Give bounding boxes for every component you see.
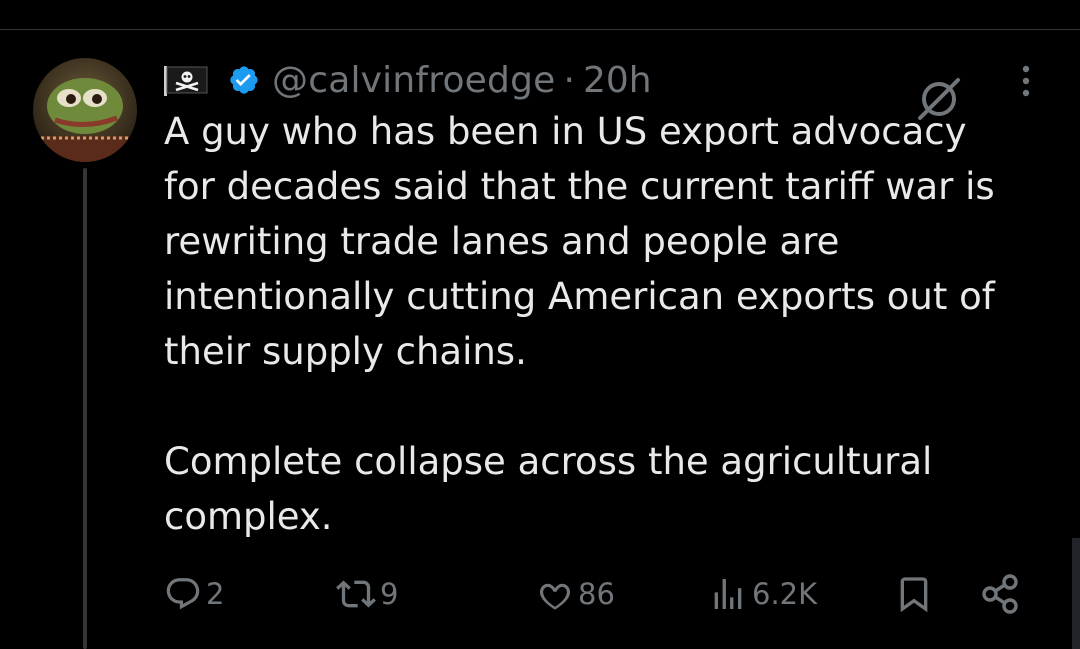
timestamp[interactable]: 20h [583,60,652,101]
repost-button[interactable]: 9 [336,566,398,622]
repost-icon [336,574,376,614]
reply-count: 2 [206,577,225,611]
analytics-icon [708,574,748,614]
avatar[interactable] [33,58,137,162]
repost-count: 9 [380,577,399,611]
share-button[interactable] [980,566,1022,622]
tweet-header: @calvinfroedge · 20h [164,54,652,106]
verified-badge-icon [228,64,260,96]
tweet-text: A guy who has been in US export advocacy… [164,104,1054,544]
like-count: 86 [578,577,615,611]
share-icon [980,573,1022,615]
action-bar: 2 9 86 6.2K [164,566,1034,622]
thread-line [83,168,87,649]
reply-button[interactable]: 2 [164,566,224,622]
like-button[interactable]: 86 [536,566,615,622]
reply-icon [164,575,202,613]
scrollbar[interactable] [1072,538,1080,649]
views-button[interactable]: 6.2K [708,566,817,622]
more-options-icon[interactable] [1012,62,1040,102]
bookmark-button[interactable] [894,566,934,622]
separator-dot: · [563,59,575,101]
top-divider [0,29,1080,30]
pirate-flag-icon [164,64,210,96]
tweet-paragraph: Complete collapse across the agricultura… [164,440,933,538]
view-count: 6.2K [752,577,818,611]
user-handle[interactable]: @calvinfroedge [272,60,556,101]
heart-icon [536,575,574,613]
tweet-paragraph: A guy who has been in US export advocacy… [164,110,995,373]
bookmark-icon [894,574,934,614]
